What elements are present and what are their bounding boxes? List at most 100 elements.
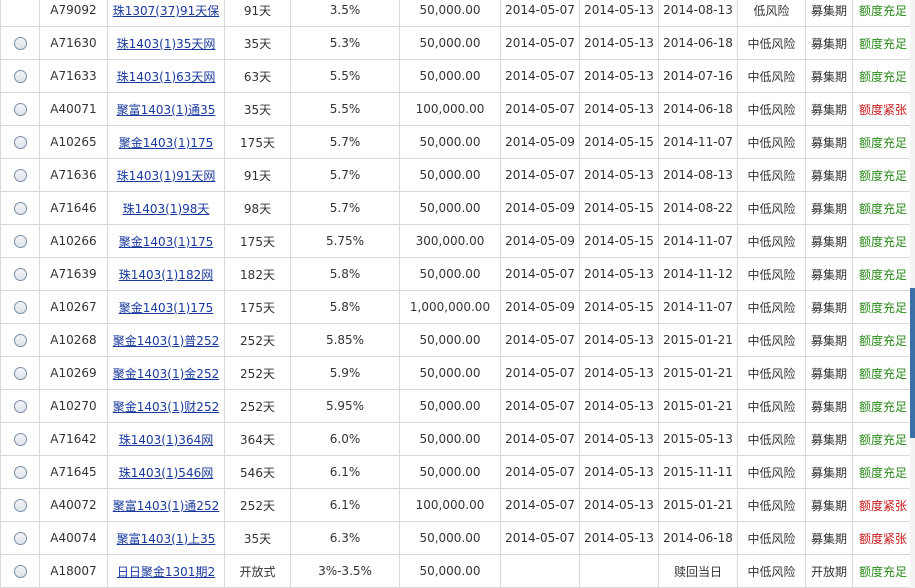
maturity-date: 2014-11-07 bbox=[658, 224, 738, 258]
product-status: 募集期 bbox=[805, 224, 853, 258]
select-radio[interactable] bbox=[13, 532, 27, 545]
value-date: 2014-05-13 bbox=[579, 455, 659, 489]
select-radio[interactable] bbox=[13, 301, 27, 314]
product-term: 182天 bbox=[224, 257, 291, 291]
product-name-link[interactable]: 珠1403(1)91天网 bbox=[117, 169, 216, 183]
quota-cell: 额度充足 bbox=[852, 0, 915, 27]
product-code: A71645 bbox=[39, 455, 108, 489]
raise-start-date: 2014-05-07 bbox=[500, 521, 580, 555]
product-name-cell: 珠1403(1)546网 bbox=[107, 455, 225, 489]
maturity-date: 2015-01-21 bbox=[658, 356, 738, 390]
product-name-cell: 聚富1403(1)通252 bbox=[107, 488, 225, 522]
quota-status: 额度充足 bbox=[859, 366, 908, 381]
quota-cell: 额度充足 bbox=[852, 224, 915, 258]
expected-yield: 5.5% bbox=[290, 59, 400, 93]
quota-cell: 额度充足 bbox=[852, 158, 915, 192]
product-status: 募集期 bbox=[805, 356, 853, 390]
value-date: 2014-05-15 bbox=[579, 290, 659, 324]
expected-yield: 5.8% bbox=[290, 257, 400, 291]
select-radio[interactable] bbox=[13, 400, 27, 413]
select-radio[interactable] bbox=[13, 37, 27, 50]
product-name-link[interactable]: 珠1403(1)35天网 bbox=[117, 37, 216, 51]
quota-status: 额度紧张 bbox=[859, 102, 908, 117]
product-name-link[interactable]: 聚金1403(1)175 bbox=[119, 301, 213, 315]
select-radio[interactable] bbox=[13, 202, 27, 215]
select-radio[interactable] bbox=[13, 268, 27, 281]
product-status: 募集期 bbox=[805, 0, 853, 27]
minimum-amount: 50,000.00 bbox=[399, 422, 501, 456]
maturity-date: 2014-11-07 bbox=[658, 290, 738, 324]
select-radio[interactable] bbox=[13, 499, 27, 512]
raise-start-date: 2014-05-07 bbox=[500, 257, 580, 291]
product-name-cell: 聚金1403(1)普252 bbox=[107, 323, 225, 357]
quota-cell: 额度充足 bbox=[852, 356, 915, 390]
product-name-cell: 聚富1403(1)通35 bbox=[107, 92, 225, 126]
raise-start-date: 2014-05-09 bbox=[500, 224, 580, 258]
expected-yield: 6.1% bbox=[290, 488, 400, 522]
select-cell bbox=[0, 356, 40, 390]
table-row: A71639 珠1403(1)182网 182天 5.8% 50,000.00 2014-… bbox=[0, 257, 915, 291]
risk-level: 低风险 bbox=[737, 0, 806, 27]
product-name-cell: 日日聚金1301期2 bbox=[107, 554, 225, 588]
product-status: 募集期 bbox=[805, 422, 853, 456]
select-radio[interactable] bbox=[13, 70, 27, 83]
quota-cell: 额度充足 bbox=[852, 125, 915, 159]
select-radio[interactable] bbox=[13, 433, 27, 446]
product-name-link[interactable]: 珠1403(1)98天 bbox=[123, 202, 210, 216]
product-name-link[interactable]: 聚金1403(1)175 bbox=[119, 235, 213, 249]
risk-level: 中低风险 bbox=[737, 224, 806, 258]
expected-yield: 6.0% bbox=[290, 422, 400, 456]
product-name-link[interactable]: 珠1403(1)63天网 bbox=[117, 70, 216, 84]
product-name-cell: 珠1403(1)63天网 bbox=[107, 59, 225, 93]
quota-status: 额度充足 bbox=[859, 432, 908, 447]
vertical-scrollbar[interactable] bbox=[910, 0, 915, 588]
select-radio[interactable] bbox=[13, 334, 27, 347]
product-status: 募集期 bbox=[805, 158, 853, 192]
table-row: A10269 聚金1403(1)金252 252天 5.9% 50,000.00 2014… bbox=[0, 356, 915, 390]
product-name-link[interactable]: 聚金1403(1)175 bbox=[119, 136, 213, 150]
maturity-date: 2014-11-12 bbox=[658, 257, 738, 291]
product-term: 35天 bbox=[224, 92, 291, 126]
product-term: 546天 bbox=[224, 455, 291, 489]
quota-cell: 额度紧张 bbox=[852, 521, 915, 555]
value-date: 2014-05-13 bbox=[579, 356, 659, 390]
product-name-link[interactable]: 聚富1403(1)上35 bbox=[117, 532, 216, 546]
product-name-link[interactable]: 珠1403(1)182网 bbox=[119, 268, 213, 282]
select-radio[interactable] bbox=[13, 565, 27, 578]
product-name-link[interactable]: 聚富1403(1)通35 bbox=[117, 103, 216, 117]
raise-start-date: 2014-05-09 bbox=[500, 290, 580, 324]
product-status: 募集期 bbox=[805, 26, 853, 60]
product-name-link[interactable]: 日日聚金1301期2 bbox=[117, 565, 215, 579]
product-name-cell: 珠1403(1)182网 bbox=[107, 257, 225, 291]
select-radio[interactable] bbox=[13, 136, 27, 149]
product-status: 募集期 bbox=[805, 488, 853, 522]
product-name-link[interactable]: 聚富1403(1)通252 bbox=[113, 499, 219, 513]
minimum-amount: 50,000.00 bbox=[399, 26, 501, 60]
raise-start-date: 2014-05-07 bbox=[500, 488, 580, 522]
product-name-link[interactable]: 聚金1403(1)财252 bbox=[113, 400, 219, 414]
product-name-link[interactable]: 聚金1403(1)普252 bbox=[113, 334, 219, 348]
select-cell bbox=[0, 92, 40, 126]
quota-status: 额度紧张 bbox=[859, 531, 908, 546]
product-name-link[interactable]: 聚金1403(1)金252 bbox=[113, 367, 219, 381]
quota-cell: 额度充足 bbox=[852, 455, 915, 489]
minimum-amount: 50,000.00 bbox=[399, 455, 501, 489]
maturity-date: 2015-01-21 bbox=[658, 323, 738, 357]
select-radio[interactable] bbox=[13, 103, 27, 116]
select-radio[interactable] bbox=[13, 169, 27, 182]
product-name-link[interactable]: 珠1403(1)364网 bbox=[119, 433, 213, 447]
quota-cell: 额度充足 bbox=[852, 554, 915, 588]
scrollbar-thumb[interactable] bbox=[910, 288, 915, 438]
product-status: 募集期 bbox=[805, 125, 853, 159]
product-name-link[interactable]: 珠1307(37)91天保 bbox=[113, 4, 219, 18]
maturity-date: 2015-01-21 bbox=[658, 389, 738, 423]
minimum-amount: 50,000.00 bbox=[399, 59, 501, 93]
product-term: 开放式 bbox=[224, 554, 291, 588]
select-radio[interactable] bbox=[13, 466, 27, 479]
table-row: A71645 珠1403(1)546网 546天 6.1% 50,000.00 2014-… bbox=[0, 455, 915, 489]
select-radio[interactable] bbox=[13, 367, 27, 380]
minimum-amount: 100,000.00 bbox=[399, 488, 501, 522]
product-name-link[interactable]: 珠1403(1)546网 bbox=[119, 466, 213, 480]
select-cell bbox=[0, 455, 40, 489]
select-radio[interactable] bbox=[13, 235, 27, 248]
